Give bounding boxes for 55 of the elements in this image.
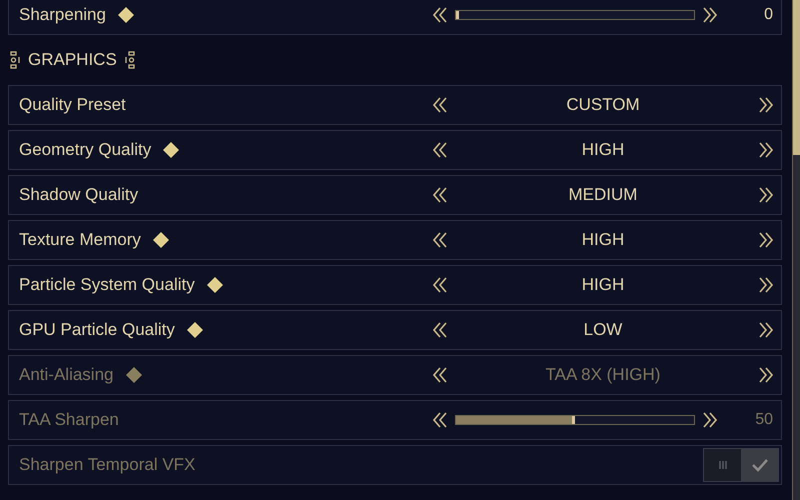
double-chevron-left-icon[interactable] bbox=[433, 232, 447, 248]
slider-value: 50 bbox=[754, 410, 773, 430]
setting-label: Texture Memory bbox=[19, 229, 141, 252]
double-chevron-right-icon[interactable] bbox=[758, 187, 773, 203]
ornament-icon bbox=[10, 51, 20, 69]
slider-value: 0 bbox=[763, 5, 773, 25]
diamond-icon bbox=[186, 322, 203, 338]
double-chevron-right-icon[interactable] bbox=[758, 322, 773, 338]
double-chevron-left-icon[interactable] bbox=[433, 187, 447, 203]
setting-row[interactable]: Geometry Quality HIGH bbox=[8, 130, 782, 170]
slider-fill[interactable] bbox=[456, 11, 459, 19]
setting-row[interactable]: Shadow Quality MEDIUM bbox=[8, 175, 782, 215]
checkmark-icon bbox=[752, 458, 768, 472]
double-chevron-right-icon[interactable] bbox=[759, 277, 773, 293]
diamond-icon bbox=[118, 7, 134, 23]
double-chevron-left-icon[interactable] bbox=[433, 7, 447, 23]
option-value: HIGH bbox=[582, 274, 624, 296]
setting-row[interactable]: Texture Memory HIGH bbox=[8, 220, 782, 260]
setting-label: Geometry Quality bbox=[19, 139, 152, 162]
setting-label: Sharpening bbox=[19, 4, 106, 26]
diamond-icon bbox=[163, 142, 180, 158]
double-chevron-right-icon[interactable] bbox=[758, 97, 773, 113]
double-chevron-left-icon[interactable] bbox=[433, 277, 447, 293]
option-value: MEDIUM bbox=[568, 184, 638, 206]
setting-label: Quality Preset bbox=[19, 94, 126, 116]
double-chevron-left-icon[interactable] bbox=[433, 322, 447, 338]
setting-row[interactable]: GPU Particle Quality LOW bbox=[8, 310, 782, 350]
section-title: GRAPHICS bbox=[28, 49, 117, 72]
double-chevron-left-icon[interactable] bbox=[433, 142, 447, 158]
ornament-icon bbox=[124, 51, 135, 69]
option-value: LOW bbox=[584, 319, 622, 342]
diamond-icon bbox=[126, 367, 142, 383]
setting-row[interactable]: Particle System Quality HIGH bbox=[8, 265, 782, 305]
setting-row[interactable]: Quality Preset CUSTOM bbox=[8, 85, 782, 125]
setting-label: Sharpen Temporal VFX bbox=[19, 454, 196, 476]
scrollbar-thumb[interactable] bbox=[793, 0, 800, 155]
double-chevron-right-icon[interactable] bbox=[759, 232, 773, 248]
setting-label: Shadow Quality bbox=[19, 184, 138, 206]
double-chevron-left-icon[interactable] bbox=[433, 97, 447, 113]
setting-label: GPU Particle Quality bbox=[19, 319, 175, 342]
bars-icon bbox=[718, 460, 728, 470]
option-value: HIGH bbox=[582, 229, 624, 252]
setting-label: Anti-Aliasing bbox=[19, 364, 114, 386]
double-chevron-right-icon[interactable] bbox=[759, 142, 773, 158]
setting-label: TAA Sharpen bbox=[19, 409, 119, 432]
diamond-icon bbox=[152, 232, 169, 248]
option-value: TAA 8X (HIGH) bbox=[546, 364, 660, 386]
option-value: CUSTOM bbox=[566, 94, 640, 116]
slider-track[interactable] bbox=[455, 10, 695, 20]
setting-label: Particle System Quality bbox=[19, 274, 195, 296]
option-value: HIGH bbox=[582, 139, 624, 162]
setting-row[interactable]: Sharpening 0 bbox=[8, 0, 782, 35]
scrollbar[interactable] bbox=[792, 0, 800, 500]
diamond-icon bbox=[206, 277, 223, 293]
double-chevron-right-icon[interactable] bbox=[703, 7, 717, 23]
